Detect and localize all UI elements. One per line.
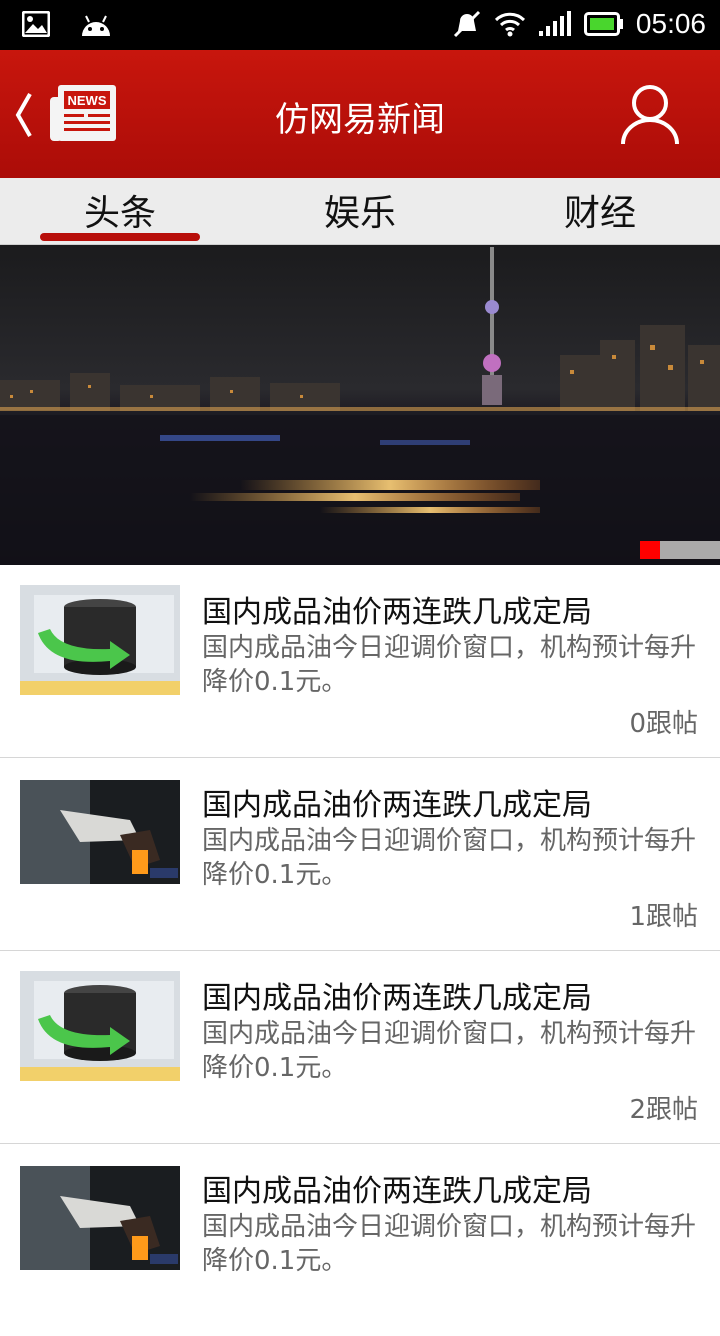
thumb-oil-barrel <box>20 971 180 1091</box>
news-item[interactable]: 国内成品油价两连跌几成定局 国内成品油今日迎调价窗口，机构预计每升降价0.1元。… <box>0 565 720 758</box>
banner-carousel[interactable] <box>0 245 720 565</box>
tab-entertainment[interactable]: 娱乐 <box>240 184 480 236</box>
comment-count: 0跟帖 <box>629 709 698 739</box>
signal-icon <box>538 11 571 36</box>
banner-image <box>0 245 720 565</box>
tab-headlines[interactable]: 头条 <box>0 184 240 236</box>
page-title: 仿网易新闻 <box>275 100 445 140</box>
comment-count: 2跟帖 <box>629 1095 698 1125</box>
news-title: 国内成品油价两连跌几成定局 <box>202 981 592 1016</box>
thumb-oil-barrel <box>20 585 180 705</box>
comment-count: 1跟帖 <box>629 902 698 932</box>
thumb-fuel-nozzle <box>20 780 180 884</box>
news-desc: 国内成品油今日迎调价窗口，机构预计每升降价0.1元。 <box>202 1019 697 1083</box>
news-title: 国内成品油价两连跌几成定局 <box>202 788 592 823</box>
thumb-fuel-nozzle <box>20 1166 180 1270</box>
news-desc: 国内成品油今日迎调价窗口，机构预计每升降价0.1元。 <box>202 826 697 890</box>
gallery-icon <box>22 11 50 37</box>
user-icon[interactable] <box>620 84 680 146</box>
android-icon <box>82 15 110 36</box>
news-title: 国内成品油价两连跌几成定局 <box>202 1174 592 1209</box>
news-desc: 国内成品油今日迎调价窗口，机构预计每升降价0.1元。 <box>202 1212 697 1276</box>
banner-page-indicator <box>640 541 720 559</box>
wifi-icon <box>494 12 525 37</box>
tab-finance[interactable]: 财经 <box>480 184 720 236</box>
app-bar: NEWS 仿网易新闻 <box>0 50 720 178</box>
news-title: 国内成品油价两连跌几成定局 <box>202 595 592 630</box>
news-list: 国内成品油价两连跌几成定局 国内成品油今日迎调价窗口，机构预计每升降价0.1元。… <box>0 565 720 1336</box>
status-bar: 05:06 <box>0 0 720 50</box>
news-item[interactable]: 国内成品油价两连跌几成定局 国内成品油今日迎调价窗口，机构预计每升降价0.1元。… <box>0 951 720 1144</box>
tab-bar: 头条 娱乐 财经 <box>0 178 720 245</box>
tab-indicator <box>40 233 200 241</box>
silent-icon <box>453 10 480 38</box>
status-time: 05:06 <box>635 8 706 39</box>
news-item[interactable]: 国内成品油价两连跌几成定局 国内成品油今日迎调价窗口，机构预计每升降价0.1元。… <box>0 758 720 951</box>
battery-icon <box>583 12 623 36</box>
news-item[interactable]: 国内成品油价两连跌几成定局 国内成品油今日迎调价窗口，机构预计每升降价0.1元。 <box>0 1144 720 1336</box>
banner-dot <box>660 541 720 559</box>
banner-dot-active <box>640 541 660 559</box>
news-desc: 国内成品油今日迎调价窗口，机构预计每升降价0.1元。 <box>202 633 697 697</box>
